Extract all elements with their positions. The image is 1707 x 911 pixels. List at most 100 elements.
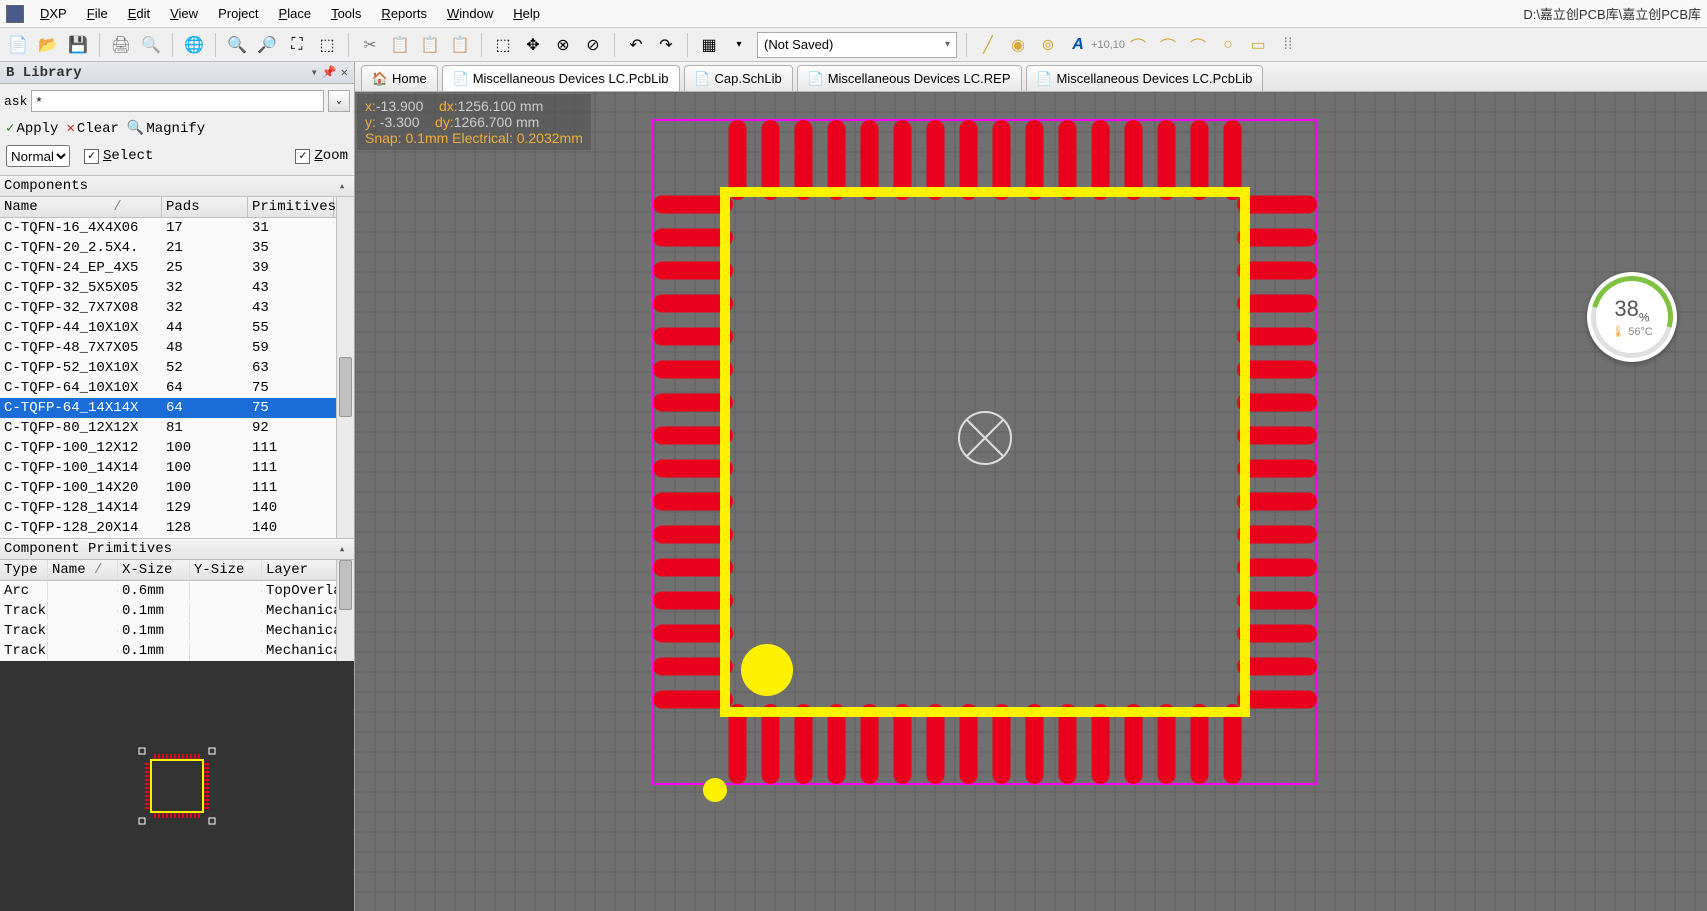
table-row[interactable]: C-TQFP-52_10X10X5263 bbox=[0, 358, 354, 378]
table-row[interactable]: C-TQFP-64_10X10X6475 bbox=[0, 378, 354, 398]
table-row[interactable]: Arc0.6mmTopOverla bbox=[0, 581, 354, 601]
place-arc-any-icon[interactable]: ⌒ bbox=[1186, 33, 1210, 57]
magnify-button[interactable]: 🔍Magnify bbox=[127, 120, 205, 137]
table-row[interactable]: C-TQFN-16_4X4X061731 bbox=[0, 218, 354, 238]
zoom-in-icon[interactable]: 🔍 bbox=[225, 33, 249, 57]
tab-miscellaneous-devices-lc-pcblib[interactable]: 📄Miscellaneous Devices LC.PcbLib bbox=[442, 65, 680, 91]
panel-menu-icon[interactable]: ▾ bbox=[311, 65, 318, 80]
table-row[interactable]: C-TQFP-80_12X12X8192 bbox=[0, 418, 354, 438]
table-row[interactable]: C-TQFP-128_14X14129140 bbox=[0, 498, 354, 518]
table-row[interactable]: C-TQFP-128_20X14128140 bbox=[0, 518, 354, 538]
table-row[interactable]: Track0.1mmMechanica bbox=[0, 641, 354, 661]
scroll-up-icon[interactable]: ▴ bbox=[334, 179, 350, 193]
zoom-area-icon[interactable]: ⬚ bbox=[315, 33, 339, 57]
table-row[interactable]: C-TQFP-32_7X7X083243 bbox=[0, 298, 354, 318]
components-table-header: Name / Pads Primitives bbox=[0, 197, 354, 218]
paste-icon[interactable]: 📋 bbox=[418, 33, 442, 57]
table-row[interactable]: C-TQFN-24_EP_4X52539 bbox=[0, 258, 354, 278]
menu-help[interactable]: Help bbox=[503, 2, 550, 25]
apply-button[interactable]: ✓Apply bbox=[6, 120, 58, 137]
preview-icon[interactable]: 🔍 bbox=[139, 33, 163, 57]
menu-view[interactable]: View bbox=[160, 2, 208, 25]
table-row[interactable]: C-TQFP-48_7X7X054859 bbox=[0, 338, 354, 358]
menu-tools[interactable]: Tools bbox=[321, 2, 371, 25]
move-icon[interactable]: ✥ bbox=[521, 33, 545, 57]
primitives-header: Component Primitives▴ bbox=[0, 538, 354, 560]
document-tabs: 🏠Home📄Miscellaneous Devices LC.PcbLib📄Ca… bbox=[355, 62, 1707, 92]
panel-pin-icon[interactable]: 📌 bbox=[322, 65, 337, 80]
print-icon[interactable]: 🖨 bbox=[109, 33, 133, 57]
menu-project[interactable]: Project bbox=[208, 2, 268, 25]
scrollbar-thumb[interactable] bbox=[339, 357, 352, 417]
place-arc-edge-icon[interactable]: ⌒ bbox=[1156, 33, 1180, 57]
tab-miscellaneous-devices-lc-pcblib[interactable]: 📄Miscellaneous Devices LC.PcbLib bbox=[1026, 65, 1264, 91]
place-via-icon[interactable]: ⊚ bbox=[1036, 33, 1060, 57]
zoom-checkbox[interactable]: ✓Zoom bbox=[295, 148, 348, 164]
save-icon[interactable]: 💾 bbox=[66, 33, 90, 57]
mask-input[interactable] bbox=[31, 90, 324, 112]
col-pads[interactable]: Pads bbox=[162, 197, 248, 217]
select-checkbox[interactable]: ✓Select bbox=[84, 148, 153, 164]
document-icon: 📄 bbox=[1037, 71, 1053, 87]
redo-icon[interactable]: ↷ bbox=[654, 33, 678, 57]
table-row[interactable]: C-TQFN-20_2.5X4.2135 bbox=[0, 238, 354, 258]
menu-reports[interactable]: Reports bbox=[371, 2, 437, 25]
new-icon[interactable]: 📄 bbox=[6, 33, 30, 57]
primitives-scrollbar[interactable] bbox=[336, 560, 354, 661]
table-row[interactable]: C-TQFP-100_14X20100111 bbox=[0, 478, 354, 498]
place-string-icon[interactable]: A bbox=[1066, 33, 1090, 57]
table-row[interactable]: Track0.1mmMechanica bbox=[0, 621, 354, 641]
place-full-circle-icon[interactable]: ○ bbox=[1216, 33, 1240, 57]
place-array-icon[interactable]: ⁞⁞ bbox=[1276, 33, 1300, 57]
table-row[interactable]: C-TQFP-100_12X12100111 bbox=[0, 438, 354, 458]
place-line-icon[interactable]: ╱ bbox=[976, 33, 1000, 57]
panel-title-bar: B Library ▾ 📌 ✕ bbox=[0, 62, 354, 84]
col-name[interactable]: Name / bbox=[0, 197, 162, 217]
mode-select[interactable]: Normal bbox=[6, 145, 70, 167]
clear-button[interactable]: ✕Clear bbox=[66, 120, 118, 137]
grid-icon[interactable]: ▦ bbox=[697, 33, 721, 57]
components-scrollbar[interactable] bbox=[336, 197, 354, 538]
menu-window[interactable]: Window bbox=[437, 2, 503, 25]
snap-grid-value: (Not Saved) bbox=[764, 37, 833, 52]
table-row[interactable]: Track0.1mmMechanica bbox=[0, 601, 354, 621]
open-icon[interactable]: 📂 bbox=[36, 33, 60, 57]
undo-icon[interactable]: ↶ bbox=[624, 33, 648, 57]
place-fill-icon[interactable]: ▭ bbox=[1246, 33, 1270, 57]
place-dimension-icon[interactable]: +10,10 bbox=[1096, 33, 1120, 57]
app-logo-icon bbox=[6, 5, 24, 23]
rubber-stamp-icon[interactable]: 📋 bbox=[448, 33, 472, 57]
menu-file[interactable]: File bbox=[77, 2, 118, 25]
scroll-up-icon[interactable]: ▴ bbox=[334, 542, 350, 556]
place-pad-icon[interactable]: ◉ bbox=[1006, 33, 1030, 57]
table-row[interactable]: C-TQFP-32_5X5X053243 bbox=[0, 278, 354, 298]
menu-dxp[interactable]: DXP bbox=[30, 2, 77, 25]
menu-edit[interactable]: Edit bbox=[118, 2, 160, 25]
table-row[interactable]: C-TQFP-64_14X14X6475 bbox=[0, 398, 354, 418]
table-row[interactable]: C-TQFP-100_14X14100111 bbox=[0, 458, 354, 478]
browse-icon[interactable]: 🌐 bbox=[182, 33, 206, 57]
document-icon: 🏠 bbox=[372, 71, 388, 87]
tab-miscellaneous-devices-lc-rep[interactable]: 📄Miscellaneous Devices LC.REP bbox=[797, 65, 1022, 91]
zoom-out-icon[interactable]: 🔎 bbox=[255, 33, 279, 57]
table-row[interactable]: C-TQFP-44_10X10X4455 bbox=[0, 318, 354, 338]
cut-icon[interactable]: ✂ bbox=[358, 33, 382, 57]
pcb-canvas[interactable]: x:-13.900 dx:1256.100 mm y: -3.300 dy:12… bbox=[355, 92, 1707, 911]
grid-dd-icon[interactable]: ▾ bbox=[727, 33, 751, 57]
panel-title: B Library bbox=[6, 65, 82, 81]
snap-grid-select[interactable]: (Not Saved) ▾ bbox=[757, 32, 957, 58]
mask-dropdown-icon[interactable]: ⌄ bbox=[328, 90, 350, 112]
menu-bar: DXPFileEditViewProjectPlaceToolsReportsW… bbox=[0, 0, 1707, 28]
select-all-icon[interactable]: ⬚ bbox=[491, 33, 515, 57]
panel-close-icon[interactable]: ✕ bbox=[341, 65, 348, 80]
place-arc-center-icon[interactable]: ⌒ bbox=[1126, 33, 1150, 57]
clear-icon[interactable]: ⊘ bbox=[581, 33, 605, 57]
copy-icon[interactable]: 📋 bbox=[388, 33, 412, 57]
system-gauge-overlay: 38% 56°C bbox=[1587, 272, 1677, 362]
deselect-icon[interactable]: ⊗ bbox=[551, 33, 575, 57]
menu-place[interactable]: Place bbox=[269, 2, 322, 25]
tab-cap-schlib[interactable]: 📄Cap.SchLib bbox=[684, 65, 793, 91]
tab-home[interactable]: 🏠Home bbox=[361, 65, 438, 91]
col-primitives[interactable]: Primitives bbox=[248, 197, 334, 217]
zoom-fit-icon[interactable]: ⛶ bbox=[285, 33, 309, 57]
